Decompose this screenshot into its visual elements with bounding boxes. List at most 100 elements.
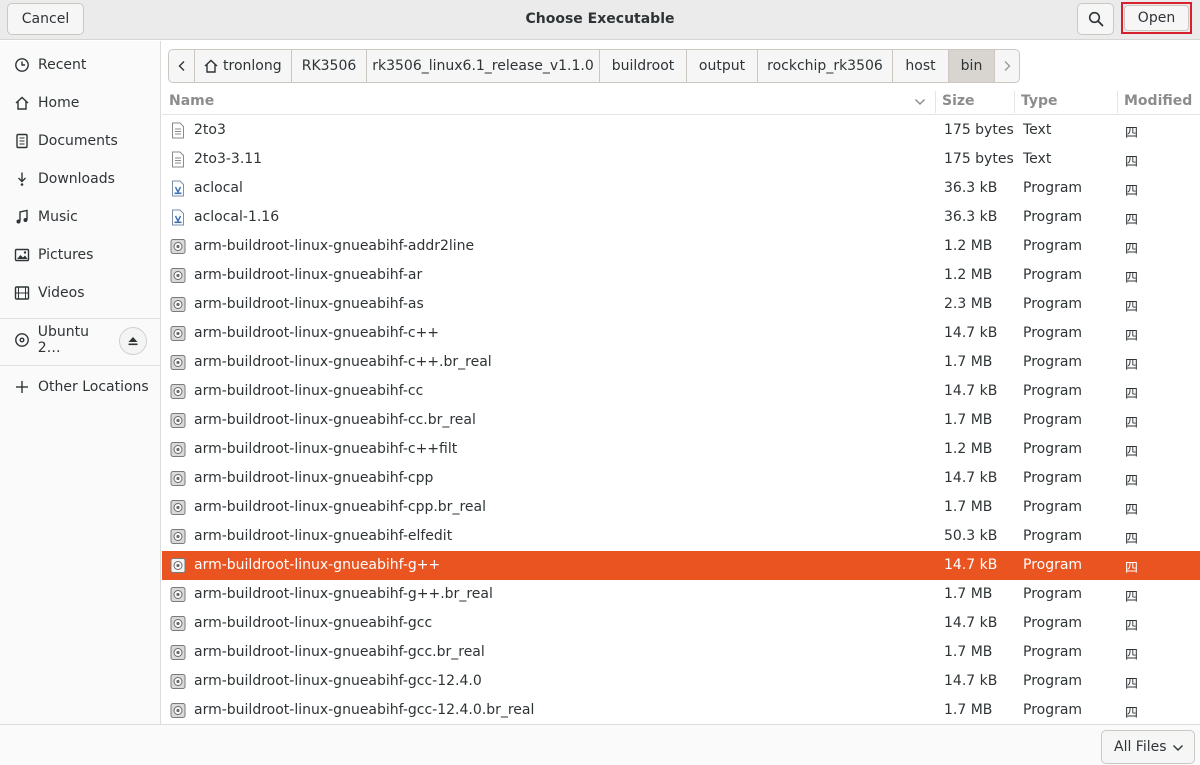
- file-modified: 四: [1125, 561, 1139, 576]
- file-row[interactable]: arm-buildroot-linux-gnueabihf-cc.br_real…: [162, 406, 1200, 435]
- sidebar-item-home[interactable]: Home: [0, 84, 160, 122]
- file-row[interactable]: arm-buildroot-linux-gnueabihf-g++ 14.7 kB…: [162, 551, 1200, 580]
- film-icon: [13, 284, 31, 302]
- path-segment-host[interactable]: host: [893, 50, 949, 82]
- file-row[interactable]: arm-buildroot-linux-gnueabihf-gcc-12.4.0…: [162, 667, 1200, 696]
- file-row[interactable]: arm-buildroot-linux-gnueabihf-c++.br_rea…: [162, 348, 1200, 377]
- text-file-icon: [170, 151, 186, 168]
- file-row[interactable]: arm-buildroot-linux-gnueabihf-elfedit 50.…: [162, 522, 1200, 551]
- file-row[interactable]: arm-buildroot-linux-gnueabihf-cc 14.7 kB P…: [162, 377, 1200, 406]
- home-icon: [204, 59, 218, 73]
- sidebar-item-videos[interactable]: Videos: [0, 274, 160, 312]
- script-file-icon: [170, 180, 186, 197]
- column-header-type[interactable]: Type: [1021, 93, 1058, 109]
- file-list: 2to3 175 bytes Text 四 2to3-3.11 175 bytes Text…: [162, 116, 1200, 722]
- path-scroll-right-button[interactable]: [995, 50, 1019, 82]
- sidebar-item-pictures[interactable]: Pictures: [0, 236, 160, 274]
- path-segment-tronlong[interactable]: tronlong: [195, 50, 292, 82]
- file-row[interactable]: arm-buildroot-linux-gnueabihf-cpp 14.7 kB…: [162, 464, 1200, 493]
- sidebar-item-recent[interactable]: Recent: [0, 46, 160, 84]
- file-name: arm-buildroot-linux-gnueabihf-gcc.br_rea…: [194, 644, 485, 660]
- sidebar-item-downloads[interactable]: Downloads: [0, 160, 160, 198]
- music-icon: [13, 208, 31, 226]
- executable-icon: [170, 557, 186, 574]
- file-type: Program: [1023, 296, 1083, 312]
- column-header-modified[interactable]: Modified: [1124, 93, 1192, 109]
- column-header-size[interactable]: Size: [942, 93, 975, 109]
- file-name: aclocal: [194, 180, 243, 196]
- file-row[interactable]: arm-buildroot-linux-gnueabihf-c++filt 1.2…: [162, 435, 1200, 464]
- path-segment-output[interactable]: output: [687, 50, 758, 82]
- file-size: 36.3 kB: [944, 180, 998, 196]
- file-filter-dropdown[interactable]: All Files: [1101, 730, 1195, 764]
- file-name: arm-buildroot-linux-gnueabihf-elfedit: [194, 528, 453, 544]
- file-modified: 四: [1125, 532, 1139, 547]
- file-row[interactable]: aclocal 36.3 kB Program 四: [162, 174, 1200, 203]
- file-name: arm-buildroot-linux-gnueabihf-cpp.br_rea…: [194, 499, 486, 515]
- file-modified: 四: [1125, 300, 1139, 315]
- column-separator: [935, 91, 936, 113]
- script-file-icon: [170, 209, 186, 226]
- path-segment-bin[interactable]: bin: [949, 50, 995, 82]
- path-scroll-left-button[interactable]: [169, 50, 195, 82]
- file-modified: 四: [1125, 474, 1139, 489]
- file-row[interactable]: arm-buildroot-linux-gnueabihf-cpp.br_rea…: [162, 493, 1200, 522]
- file-row[interactable]: arm-buildroot-linux-gnueabihf-addr2line 1…: [162, 232, 1200, 261]
- executable-icon: [170, 296, 186, 313]
- file-name: arm-buildroot-linux-gnueabihf-g++: [194, 557, 441, 573]
- file-row[interactable]: arm-buildroot-linux-gnueabihf-ar 1.2 MB Pr…: [162, 261, 1200, 290]
- file-row[interactable]: 2to3 175 bytes Text 四: [162, 116, 1200, 145]
- file-modified: 四: [1125, 503, 1139, 518]
- file-type: Text: [1023, 151, 1052, 167]
- sidebar-item-music[interactable]: Music: [0, 198, 160, 236]
- file-row[interactable]: arm-buildroot-linux-gnueabihf-c++ 14.7 kB…: [162, 319, 1200, 348]
- header-bar: Cancel Choose Executable Open: [0, 0, 1200, 40]
- file-type: Program: [1023, 354, 1083, 370]
- bottom-bar: All Files: [0, 724, 1200, 765]
- file-size: 1.7 MB: [944, 412, 993, 428]
- file-modified: 四: [1125, 184, 1139, 199]
- path-segment-release[interactable]: rk3506_linux6.1_release_v1.1.0: [367, 50, 600, 82]
- file-row[interactable]: arm-buildroot-linux-gnueabihf-gcc 14.7 kB…: [162, 609, 1200, 638]
- sidebar-item-documents[interactable]: Documents: [0, 122, 160, 160]
- file-type: Program: [1023, 528, 1083, 544]
- chevron-left-icon: [178, 61, 184, 71]
- eject-button[interactable]: [119, 327, 147, 355]
- file-name: arm-buildroot-linux-gnueabihf-gcc-12.4.0: [194, 673, 482, 689]
- eject-icon: [128, 337, 138, 346]
- file-row[interactable]: 2to3-3.11 175 bytes Text 四: [162, 145, 1200, 174]
- file-name: arm-buildroot-linux-gnueabihf-g++.br_rea…: [194, 586, 493, 602]
- file-size: 175 bytes: [944, 151, 1014, 167]
- sort-descending-icon[interactable]: [914, 97, 926, 107]
- sidebar-item-label: Documents: [38, 133, 118, 149]
- cancel-button[interactable]: Cancel: [7, 3, 84, 35]
- file-name: arm-buildroot-linux-gnueabihf-as: [194, 296, 424, 312]
- path-segment-rk3506[interactable]: RK3506: [292, 50, 367, 82]
- executable-icon: [170, 615, 186, 632]
- file-size: 14.7 kB: [944, 615, 998, 631]
- file-row[interactable]: arm-buildroot-linux-gnueabihf-g++.br_rea…: [162, 580, 1200, 609]
- file-row[interactable]: arm-buildroot-linux-gnueabihf-gcc-12.4.0…: [162, 696, 1200, 722]
- search-button[interactable]: [1077, 3, 1114, 35]
- file-size: 14.7 kB: [944, 557, 998, 573]
- file-row[interactable]: arm-buildroot-linux-gnueabihf-gcc.br_rea…: [162, 638, 1200, 667]
- file-size: 2.3 MB: [944, 296, 993, 312]
- file-size: 14.7 kB: [944, 325, 998, 341]
- sidebar-item-label: Other Locations: [38, 379, 149, 395]
- executable-icon: [170, 267, 186, 284]
- file-type: Program: [1023, 644, 1083, 660]
- column-header-name[interactable]: Name: [169, 93, 214, 109]
- file-row[interactable]: arm-buildroot-linux-gnueabihf-as 2.3 MB Pr…: [162, 290, 1200, 319]
- open-button[interactable]: Open: [1124, 5, 1189, 31]
- file-type: Program: [1023, 383, 1083, 399]
- file-row[interactable]: aclocal-1.16 36.3 kB Program 四: [162, 203, 1200, 232]
- sidebar-item-other-locations[interactable]: Other Locations: [0, 368, 160, 406]
- file-modified: 四: [1125, 677, 1139, 692]
- text-file-icon: [170, 122, 186, 139]
- sidebar-item-ubuntu-volume[interactable]: Ubuntu 2…: [0, 321, 115, 359]
- executable-icon: [170, 586, 186, 603]
- dialog-title: Choose Executable: [525, 11, 675, 27]
- path-segment-rockchip[interactable]: rockchip_rk3506: [758, 50, 893, 82]
- path-segment-buildroot[interactable]: buildroot: [600, 50, 687, 82]
- file-modified: 四: [1125, 706, 1139, 721]
